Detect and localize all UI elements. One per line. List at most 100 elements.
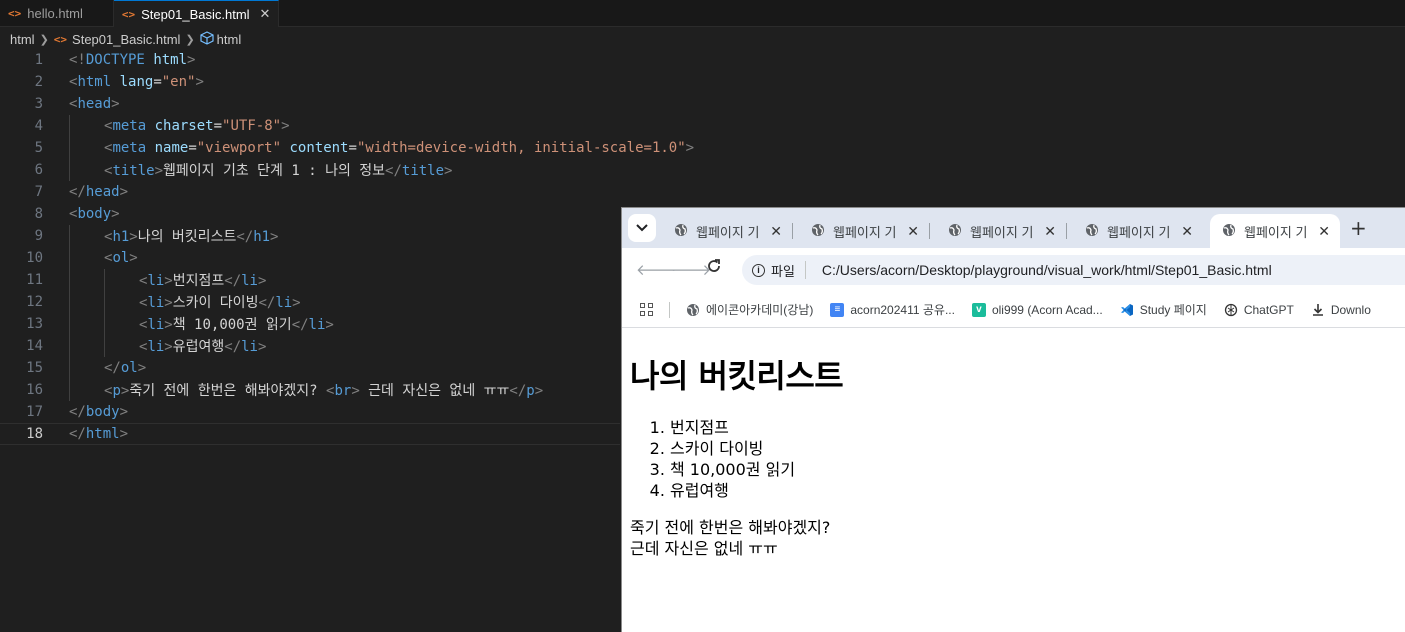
bookmark-item[interactable]: Downlo — [1311, 303, 1371, 317]
code-token: html — [85, 426, 120, 442]
code-token: > — [257, 273, 267, 289]
code-text: <!DOCTYPE html> — [69, 52, 195, 68]
paragraph-line-1: 죽기 전에 한번은 해봐야겠지? — [630, 518, 831, 537]
browser-tab[interactable]: 웹페이지 기 ✕ — [662, 214, 793, 248]
close-tab-icon[interactable]: ✕ — [1318, 223, 1330, 240]
bookmark-item[interactable]: ≡ acorn202411 공유... — [830, 301, 955, 318]
code-token: 웹페이지 기초 단계 1 : 나의 정보 — [163, 163, 386, 179]
breadcrumb-item[interactable]: html — [217, 32, 242, 47]
code-token: 나의 버킷리스트 — [137, 229, 237, 245]
page-paragraph: 죽기 전에 한번은 해봐야겠지? 근데 자신은 없네 ㅠㅠ — [630, 517, 1405, 559]
code-token: meta — [112, 118, 147, 134]
code-token: body — [77, 206, 112, 222]
close-tab-icon[interactable]: ✕ — [907, 223, 919, 240]
browser-tab[interactable]: 웹페이지 기 ✕ — [1210, 214, 1340, 248]
url-text[interactable]: C:/Users/acorn/Desktop/playground/visual… — [822, 262, 1272, 278]
globe-icon — [686, 303, 700, 317]
code-token: "en" — [161, 74, 196, 90]
bookmark-label: Study 페이지 — [1139, 303, 1207, 317]
line-number: 7 — [34, 184, 43, 200]
tab-hello-html[interactable]: <> hello.html — [0, 0, 114, 27]
code-token: > — [119, 426, 129, 442]
browser-tab[interactable]: 웹페이지 기 ✕ — [799, 214, 930, 248]
html-file-icon: <> — [53, 32, 68, 46]
close-tab-icon[interactable]: ✕ — [1044, 223, 1056, 240]
tab-search-button[interactable] — [628, 214, 656, 242]
indent-guide — [104, 313, 105, 335]
line-number: 15 — [26, 360, 43, 376]
bookmark-item[interactable]: Study 페이지 — [1120, 301, 1207, 318]
breadcrumb-item[interactable]: html — [10, 32, 35, 47]
code-token: > — [164, 273, 173, 289]
code-text: <li>스카이 다이빙</li> — [139, 292, 301, 312]
indent-guide — [69, 313, 70, 335]
code-token: = — [188, 140, 197, 156]
tab-title: 웹페이지 기 — [696, 224, 760, 240]
code-text: <body> — [69, 206, 120, 222]
code-token: > — [129, 229, 138, 245]
code-token: 스카이 다이빙 — [172, 295, 259, 311]
code-token: li — [147, 339, 165, 355]
browser-tabstrip: 웹페이지 기 ✕ 웹페이지 기 ✕ 웹페이지 기 ✕ 웹페이지 기 ✕ 웹페이지 기 ✕ + — [622, 208, 1405, 248]
code-token: p — [112, 383, 121, 399]
browser-tab[interactable]: 웹페이지 기 ✕ — [1073, 214, 1203, 248]
code-token: 근데 자신은 없네 ㅠㅠ — [359, 383, 510, 399]
code-token: html — [153, 52, 188, 68]
indent-guide — [69, 335, 70, 357]
code-token: > — [164, 317, 173, 333]
line-number: 18 — [26, 426, 43, 442]
site-info-chip[interactable]: i 파일 — [752, 261, 806, 279]
code-token: > — [281, 118, 290, 134]
line-number: 14 — [26, 338, 43, 354]
code-line[interactable]: 4 <meta charset="UTF-8"> — [0, 115, 1405, 137]
code-line[interactable]: 6 <title>웹페이지 기초 단계 1 : 나의 정보</title> — [0, 159, 1405, 181]
breadcrumb-item[interactable]: Step01_Basic.html — [72, 32, 180, 47]
forward-arrow-icon[interactable]: 🡒 — [671, 260, 711, 279]
code-token: ol — [120, 360, 138, 376]
code-text: </html> — [69, 426, 128, 442]
line-number: 8 — [34, 206, 43, 222]
line-number: 12 — [26, 294, 43, 310]
indent-guide — [69, 269, 70, 291]
list-item: 스카이 다이빙 — [670, 438, 1405, 459]
code-token: </ — [385, 163, 402, 179]
code-token: meta — [112, 140, 147, 156]
bookmark-item[interactable]: v oli999 (Acorn Acad... — [971, 302, 1103, 317]
line-number: 16 — [26, 382, 43, 398]
code-token: 번지점프 — [172, 273, 225, 289]
new-tab-button[interactable]: + — [1350, 216, 1367, 240]
code-token: DOCTYPE — [85, 52, 145, 68]
code-line[interactable]: 5 <meta name="viewport" content="width=de… — [0, 137, 1405, 159]
line-number: 6 — [34, 162, 43, 178]
code-token: > — [119, 184, 129, 200]
code-token: li — [147, 273, 165, 289]
docs-icon: ≡ — [830, 302, 845, 317]
editor-tabbar: <> hello.html <> Step01_Basic.html ✕ — [0, 0, 1405, 27]
code-token: > — [292, 295, 301, 311]
code-line[interactable]: 1 <!DOCTYPE html> — [0, 49, 1405, 71]
apps-grid-icon[interactable] — [640, 303, 653, 316]
reload-icon[interactable] — [707, 259, 721, 277]
close-tab-icon[interactable]: ✕ — [1181, 223, 1193, 240]
code-token: </ — [224, 273, 242, 289]
line-number: 2 — [34, 74, 43, 90]
indent-guide — [69, 291, 70, 313]
paragraph-line-2: 근데 자신은 없네 ㅠㅠ — [630, 539, 778, 558]
tab-title: 웹페이지 기 — [1107, 224, 1171, 240]
tab-title: 웹페이지 기 — [1244, 224, 1308, 240]
bookmark-item[interactable]: 에이콘아카데미(강남) — [686, 301, 813, 318]
code-line[interactable]: 2 <html lang="en"> — [0, 71, 1405, 93]
close-icon[interactable]: ✕ — [260, 6, 271, 22]
list-item: 책 10,000권 읽기 — [670, 459, 1405, 480]
code-line[interactable]: 3 <head> — [0, 93, 1405, 115]
code-token: "viewport" — [196, 140, 282, 156]
close-tab-icon[interactable]: ✕ — [770, 223, 782, 240]
cube-icon — [200, 30, 214, 48]
code-line[interactable]: 18 </html> — [0, 423, 620, 445]
code-token: p — [526, 383, 535, 399]
browser-tab[interactable]: 웹페이지 기 ✕ — [936, 214, 1067, 248]
bookmark-item[interactable]: ChatGPT — [1224, 303, 1294, 317]
address-bar[interactable]: i 파일 C:/Users/acorn/Desktop/playground/v… — [742, 255, 1405, 285]
code-line[interactable]: 7 </head> — [0, 181, 1405, 203]
tab-step01-basic-html[interactable]: <> Step01_Basic.html ✕ — [113, 0, 280, 27]
